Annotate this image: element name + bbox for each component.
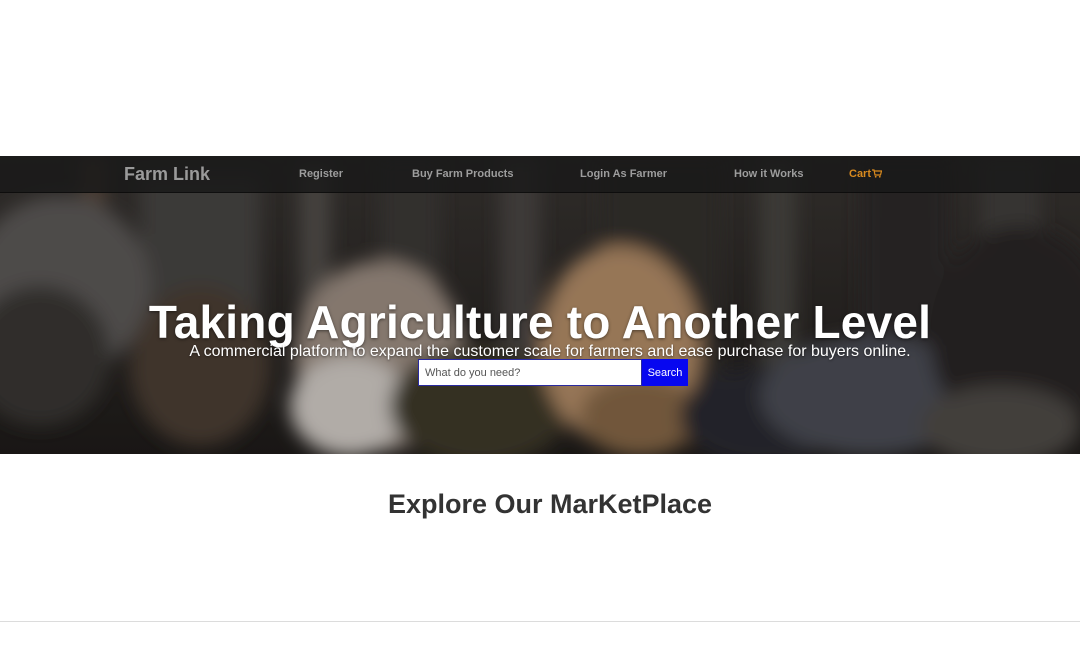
page: Farm Link Register Buy Farm Products Log… bbox=[0, 0, 1080, 649]
search-form: Search bbox=[418, 359, 688, 386]
nav-how-it-works[interactable]: How it Works bbox=[734, 168, 803, 180]
top-navbar: Farm Link Register Buy Farm Products Log… bbox=[0, 156, 1080, 193]
marketplace-heading: Explore Our MarKetPlace bbox=[387, 489, 713, 519]
hero-title: Taking Agriculture to Another Level bbox=[148, 295, 932, 348]
nav-login-as-farmer[interactable]: Login As Farmer bbox=[580, 168, 667, 180]
brand-logo[interactable]: Farm Link bbox=[124, 164, 210, 185]
cart-label: Cart bbox=[849, 168, 872, 180]
nav-cart[interactable]: Cart bbox=[849, 168, 883, 180]
nav-buy-farm-products[interactable]: Buy Farm Products bbox=[412, 168, 513, 180]
section-divider bbox=[0, 621, 1080, 622]
shopping-cart-icon bbox=[872, 169, 883, 178]
search-button[interactable]: Search bbox=[642, 359, 688, 386]
search-input[interactable] bbox=[418, 359, 642, 386]
nav-register[interactable]: Register bbox=[299, 168, 343, 180]
